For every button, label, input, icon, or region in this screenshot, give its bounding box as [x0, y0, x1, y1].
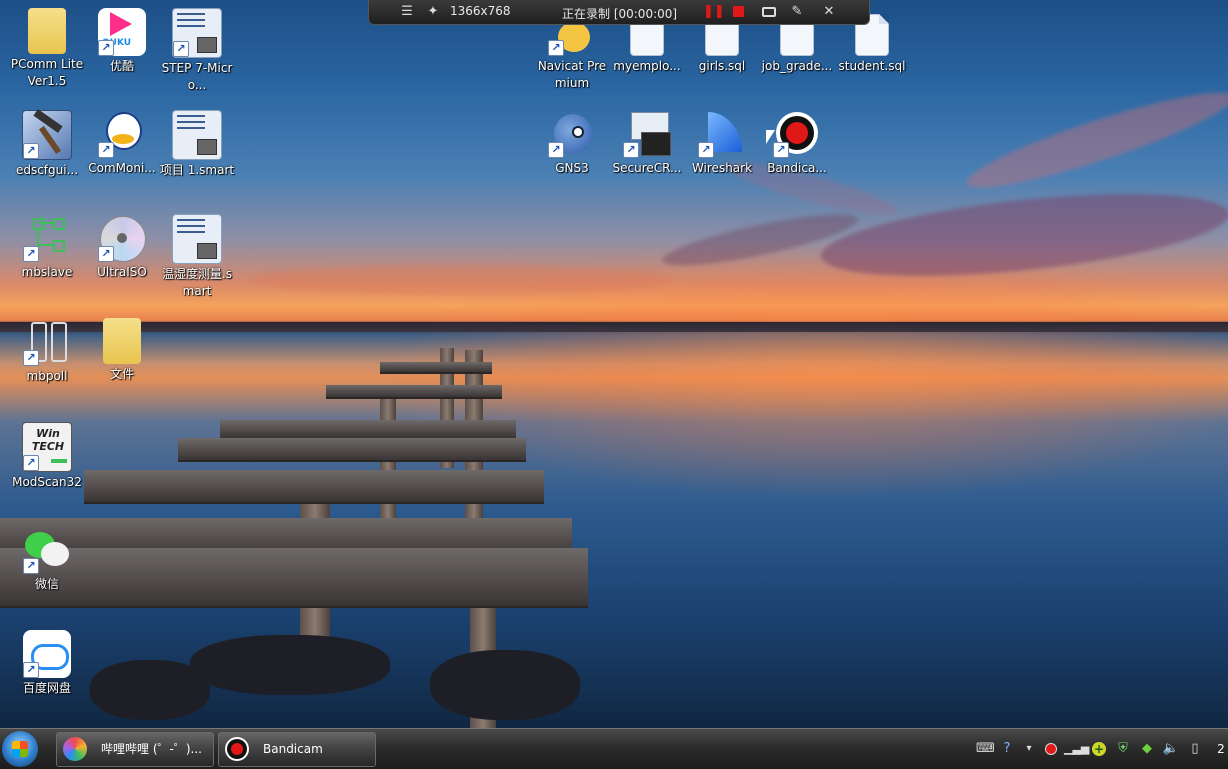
- shortcut-arrow-icon: ↗: [548, 40, 564, 56]
- cloud: [250, 265, 670, 295]
- shortcut-arrow-icon: ↗: [773, 142, 789, 158]
- desktop-icon-pcomm-lite[interactable]: PComm Lite Ver1.5: [8, 8, 86, 90]
- desktop-icon-mbslave[interactable]: ↗ mbslave: [8, 214, 86, 281]
- network-nodes-icon: ↗: [23, 214, 71, 262]
- desktop-icon-securecrt[interactable]: ↗ SecureCR...: [608, 110, 686, 177]
- youku-logo-icon: OUKU ↗: [98, 8, 146, 56]
- shortcut-arrow-icon: ↗: [98, 40, 114, 56]
- close-button[interactable]: ✕: [821, 4, 837, 20]
- desktop-icon-baidu-netdisk[interactable]: ↗ 百度网盘: [8, 630, 86, 697]
- volume-icon[interactable]: 🔈: [1162, 740, 1180, 758]
- recording-resolution: 1366x768: [450, 4, 511, 18]
- plc-ladder-icon: [172, 214, 222, 264]
- wintech-logo-icon: Win TECH ↗: [22, 422, 72, 472]
- desktop-icon-commonitor[interactable]: ↗ ComMoni...: [83, 110, 161, 177]
- screenshot-camera-button[interactable]: [761, 4, 777, 20]
- stop-icon: [733, 6, 744, 17]
- shortcut-arrow-icon: ↗: [548, 142, 564, 158]
- desktop-icon-youku[interactable]: OUKU ↗ 优酷: [83, 8, 161, 75]
- taskbar: 哔哩哔哩 (゜-゜)... Bandicam ⌨ ? ▾ ▁▃▅ + ⛨ ◆ 🔈…: [0, 728, 1228, 769]
- shortcut-arrow-icon: ↗: [23, 246, 39, 262]
- plus-shield-icon: +: [1092, 742, 1106, 756]
- tray-expand-icon[interactable]: ▾: [1020, 740, 1038, 758]
- shortcut-arrow-icon: ↗: [98, 142, 114, 158]
- camera-icon: [762, 7, 776, 17]
- desktop-icon-mbpoll[interactable]: ↗ mbpoll: [8, 318, 86, 385]
- desktop-icon-modscan32[interactable]: Win TECH ↗ ModScan32: [8, 422, 86, 491]
- stop-button[interactable]: [731, 4, 747, 20]
- security-plus-icon[interactable]: +: [1090, 740, 1108, 758]
- taskbar-item-bandicam[interactable]: Bandicam: [218, 732, 376, 767]
- menu-icon[interactable]: ☰: [399, 4, 415, 20]
- shortcut-arrow-icon: ↗: [98, 246, 114, 262]
- shield-icon[interactable]: ⛨: [1114, 740, 1132, 758]
- folder-icon: [103, 318, 141, 364]
- shortcut-arrow-icon: ↗: [698, 142, 714, 158]
- desktop-icon-ultraiso[interactable]: ↗ UltraISO: [83, 214, 161, 281]
- power-icon[interactable]: ▯: [1186, 740, 1204, 758]
- nvidia-icon[interactable]: ◆: [1138, 740, 1156, 758]
- shortcut-arrow-icon: ↗: [23, 558, 39, 574]
- cd-disc-icon: ↗: [98, 214, 146, 262]
- shortcut-arrow-icon: ↗: [173, 41, 189, 57]
- keyboard-icon[interactable]: ⌨: [976, 740, 995, 758]
- shortcut-arrow-icon: ↗: [23, 455, 39, 471]
- folder-icon: [28, 8, 66, 54]
- record-button-icon: ↗: [773, 110, 821, 158]
- record-dot-icon: [1045, 743, 1057, 755]
- browser-icon: [63, 737, 87, 761]
- gns3-chameleon-icon: ↗: [548, 110, 596, 158]
- start-button[interactable]: [2, 731, 38, 767]
- desktop-icon-step7-microwin[interactable]: ↗ STEP 7-Micro...: [158, 8, 236, 94]
- shortcut-arrow-icon: ↗: [23, 350, 39, 366]
- desktop-icon-temp-humidity-smart[interactable]: 温湿度测量.smart: [158, 214, 236, 300]
- recording-status: 正在录制 [00:00:00]: [562, 7, 678, 21]
- securecrt-terminal-icon: ↗: [623, 110, 671, 158]
- desktop-icon-wechat[interactable]: ↗ 微信: [8, 526, 86, 593]
- plc-ladder-icon: ↗: [172, 8, 222, 58]
- shortcut-arrow-icon: ↗: [23, 662, 39, 678]
- desktop-icon-gns3[interactable]: ↗ GNS3: [533, 110, 611, 177]
- baidu-cloud-icon: ↗: [23, 630, 71, 678]
- shortcut-arrow-icon: ↗: [623, 142, 639, 158]
- plc-ladder-icon: [172, 110, 222, 160]
- desktop-icon-project-smart[interactable]: 项目 1.smart: [158, 110, 236, 179]
- mouse-cursor-icon: [766, 130, 775, 144]
- desktop-icon-edscfgui[interactable]: ↗ edscfgui...: [8, 109, 86, 179]
- shortcut-arrow-icon: ↗: [23, 143, 39, 159]
- wireshark-fin-icon: ↗: [698, 110, 746, 158]
- pin-icon[interactable]: ✦: [425, 4, 441, 20]
- record-button-icon: [225, 737, 249, 761]
- signal-icon[interactable]: ▁▃▅: [1064, 740, 1089, 758]
- tray-record-icon[interactable]: [1042, 740, 1060, 758]
- desktop-icon-folder-files[interactable]: 文件: [83, 318, 161, 383]
- donald-duck-icon: ↗: [98, 110, 146, 158]
- wooden-pier: [0, 330, 600, 728]
- wechat-icon: ↗: [23, 526, 71, 574]
- pause-button[interactable]: ❚❚: [703, 4, 725, 20]
- desktop-icon-wireshark[interactable]: ↗ Wireshark: [683, 110, 761, 177]
- taskbar-item-bilibili[interactable]: 哔哩哔哩 (゜-゜)...: [56, 732, 214, 767]
- cloud: [960, 77, 1228, 203]
- desktop-wallpaper: PComm Lite Ver1.5 ↗ edscfgui... ↗ mbslav…: [0, 0, 1228, 728]
- draw-pencil-button[interactable]: ✎: [789, 4, 805, 20]
- bandicam-recording-toolbar: ☰ ✦ 1366x768 正在录制 [00:00:00] ❚❚ ✎ ✕: [368, 0, 870, 25]
- hammer-tool-icon: ↗: [22, 109, 72, 160]
- plug-cable-icon: ↗: [23, 318, 71, 366]
- help-icon[interactable]: ?: [998, 740, 1016, 758]
- clock[interactable]: 2: [1212, 740, 1228, 758]
